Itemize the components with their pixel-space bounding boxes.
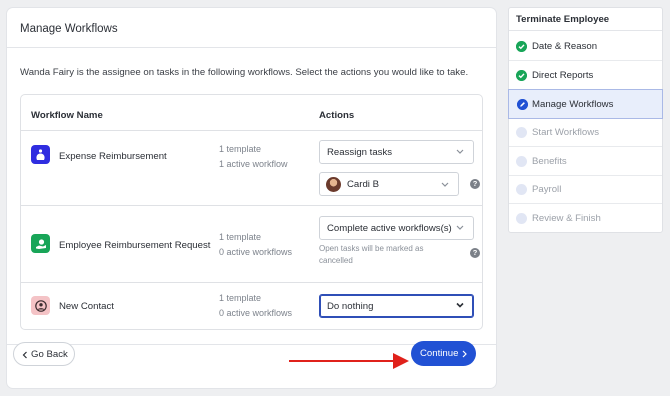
step-label: Manage Workflows [532, 99, 614, 110]
pending-step-icon [516, 213, 527, 224]
continue-button[interactable]: Continue [411, 341, 476, 366]
workflow-name: New Contact [59, 301, 114, 312]
step-benefits[interactable]: Benefits [509, 147, 662, 176]
active-workflow-count: 1 active workflow [219, 159, 288, 169]
workflow-meta: 1 template 1 active workflow [219, 142, 288, 172]
template-count: 1 template [219, 232, 262, 242]
template-count: 1 template [219, 144, 262, 154]
active-workflow-count: 0 active workflows [219, 247, 293, 257]
step-start-workflows[interactable]: Start Workflows [509, 118, 662, 147]
action-select[interactable]: Complete active workflows(s) [319, 216, 474, 240]
workflow-meta: 1 template 0 active workflows [219, 230, 292, 260]
intro-text: Wanda Fairy is the assignee on tasks in … [20, 67, 469, 78]
header-workflow-name: Workflow Name [31, 110, 103, 121]
action-select-value: Reassign tasks [327, 147, 393, 158]
step-label: Payroll [532, 184, 562, 195]
workflow-name: Employee Reimbursement Request [59, 240, 211, 251]
check-circle-icon [516, 70, 527, 81]
check-circle-icon [516, 41, 527, 52]
action-note: Open tasks will be marked as cancelled [319, 244, 424, 265]
action-select[interactable]: Do nothing [319, 294, 474, 318]
chevron-down-icon [456, 149, 464, 154]
header-actions: Actions [319, 110, 355, 121]
pending-step-icon [516, 127, 527, 138]
step-label: Review & Finish [532, 213, 601, 224]
step-date-reason[interactable]: Date & Reason [509, 32, 662, 61]
chevron-left-icon [22, 351, 27, 359]
pencil-icon [517, 99, 528, 110]
action-select-value: Do nothing [327, 301, 374, 312]
go-back-label: Go Back [31, 349, 68, 360]
annotation-arrow-icon [289, 353, 409, 369]
help-icon[interactable]: ? [470, 179, 480, 189]
step-review-finish[interactable]: Review & Finish [509, 204, 662, 233]
table-row: New Contact 1 template 0 active workflow… [21, 283, 482, 329]
pending-step-icon [516, 156, 527, 167]
sidebar-title: Terminate Employee [509, 8, 662, 31]
chevron-down-icon [456, 302, 464, 308]
chevron-right-icon [462, 350, 467, 358]
step-label: Start Workflows [532, 127, 599, 138]
termination-steps-sidebar: Terminate Employee Date & Reason Direct … [508, 7, 663, 233]
workflow-meta: 1 template 0 active workflows [219, 291, 292, 321]
manage-workflows-card: Manage Workflows Wanda Fairy is the assi… [7, 8, 496, 388]
go-back-button[interactable]: Go Back [13, 342, 75, 366]
card-title: Manage Workflows [7, 8, 496, 48]
table-row: Expense Reimbursement 1 template 1 activ… [21, 131, 482, 206]
chevron-down-icon [456, 225, 464, 230]
workflows-table: Workflow Name Actions Expense Reimbursem… [20, 94, 483, 330]
avatar [326, 177, 341, 192]
assignee-name: Cardi B [347, 179, 379, 190]
workflow-name: Expense Reimbursement [59, 151, 167, 162]
table-row: Employee Reimbursement Request 1 templat… [21, 206, 482, 283]
action-select[interactable]: Reassign tasks [319, 140, 474, 164]
action-select-value: Complete active workflows(s) [327, 223, 452, 234]
step-payroll[interactable]: Payroll [509, 175, 662, 204]
continue-label: Continue [420, 348, 459, 359]
step-manage-workflows[interactable]: Manage Workflows [508, 89, 663, 119]
chevron-down-icon [441, 182, 449, 187]
step-label: Date & Reason [532, 41, 598, 52]
pending-step-icon [516, 184, 527, 195]
step-direct-reports[interactable]: Direct Reports [509, 61, 662, 90]
money-bag-icon [31, 145, 50, 164]
money-hand-icon [31, 234, 50, 253]
table-header: Workflow Name Actions [21, 95, 482, 131]
step-label: Benefits [532, 156, 567, 167]
assignee-select[interactable]: Cardi B [319, 172, 459, 196]
template-count: 1 template [219, 293, 262, 303]
step-label: Direct Reports [532, 70, 594, 81]
contact-icon [31, 296, 50, 315]
active-workflow-count: 0 active workflows [219, 308, 293, 318]
help-icon[interactable]: ? [470, 248, 480, 258]
